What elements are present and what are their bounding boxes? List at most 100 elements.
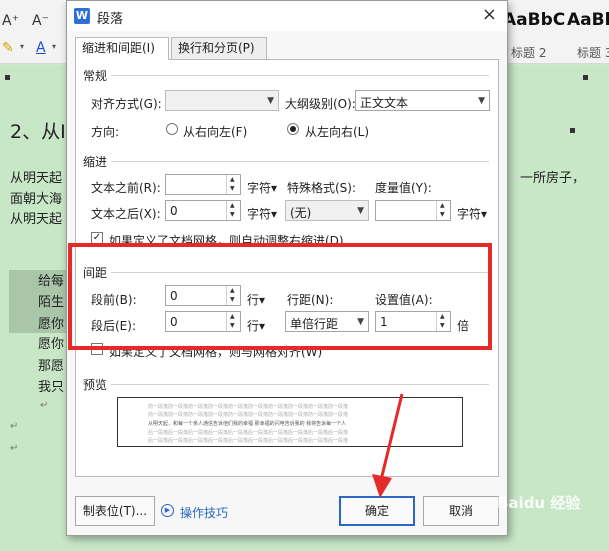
spin-up-icon[interactable]: ▲: [440, 314, 445, 320]
indent-grid-label[interactable]: 如果定义了文档网格，则自动调整右缩进(D): [109, 232, 344, 249]
group-preview-title: 预览: [83, 378, 108, 392]
spinner-buttons[interactable]: ▲ ▼: [226, 201, 240, 220]
line-spacing-dropdown[interactable]: 单倍行距 ▼: [285, 311, 369, 332]
indent-after-label: 文本之后(X):: [91, 207, 161, 221]
spin-up-icon[interactable]: ▲: [440, 203, 445, 209]
space-before-unit[interactable]: 行▾: [247, 291, 265, 308]
tips-link[interactable]: 操作技巧: [180, 504, 228, 521]
close-icon[interactable]: ×: [482, 4, 497, 25]
paragraph-mark-icon: ↵: [40, 400, 49, 411]
group-indent-title: 缩进: [83, 155, 108, 169]
rtl-radio[interactable]: [166, 123, 178, 135]
spinner-buttons[interactable]: ▲ ▼: [226, 312, 240, 331]
chevron-down-icon[interactable]: ▾: [20, 42, 24, 51]
setting-value: 1: [380, 315, 388, 329]
line-spacing-label: 行距(N):: [287, 293, 334, 307]
cancel-button[interactable]: 取消: [423, 496, 499, 526]
spin-up-icon[interactable]: ▲: [230, 314, 235, 320]
group-spacing-title: 间距: [83, 266, 108, 280]
space-after-value: 0: [170, 315, 178, 329]
style-heading2-name[interactable]: 标题 2: [511, 44, 546, 61]
measure-unit[interactable]: 字符▾: [457, 205, 487, 222]
tab-indent-spacing[interactable]: 缩进和间距(I): [75, 37, 169, 60]
doc-line: 从明天起: [10, 171, 63, 186]
setting-value-input[interactable]: 1 ▲ ▼: [375, 311, 451, 332]
annotation-arrow-icon: [372, 393, 404, 498]
measure-input[interactable]: ▲ ▼: [375, 200, 451, 221]
indent-before-label: 文本之前(R):: [91, 181, 161, 195]
direction-label: 方向:: [91, 125, 120, 139]
special-format-dropdown[interactable]: (无) ▼: [285, 200, 369, 221]
special-format-value: (无): [290, 206, 312, 220]
measure-label: 度量值(Y):: [375, 181, 432, 195]
tab-stops-button[interactable]: 制表位(T)...: [75, 496, 155, 526]
preview-line: 从明天起，和每一个亲人通信告诉他们我的幸福 那幸福的闪电告诉我的 我将告诉每一个…: [148, 421, 347, 427]
spin-down-icon[interactable]: ▼: [230, 323, 235, 329]
indent-before-input[interactable]: ▲ ▼: [165, 174, 241, 195]
grow-font-icon[interactable]: A⁺: [2, 13, 19, 29]
spinner-buttons[interactable]: ▲ ▼: [226, 175, 240, 194]
rtl-label[interactable]: 从右向左(F): [183, 123, 247, 140]
ltr-radio[interactable]: [287, 123, 299, 135]
indent-after-input[interactable]: 0 ▲ ▼: [165, 200, 241, 221]
style-heading2-sample[interactable]: AaBbC: [503, 10, 565, 30]
spin-up-icon[interactable]: ▲: [230, 288, 235, 294]
ltr-label[interactable]: 从左向右(L): [305, 123, 369, 140]
doc-line: 那愿: [38, 359, 65, 374]
chevron-down-icon: ▼: [267, 96, 274, 106]
group-general-title: 常规: [83, 69, 108, 83]
line-spacing-value: 单倍行距: [290, 317, 339, 331]
paragraph-dialog: W 段落 × 缩进和间距(I) 换行和分页(P) 常规 对齐方式(G): ▼ 大…: [66, 0, 508, 536]
spin-down-icon[interactable]: ▼: [230, 212, 235, 218]
divider: [111, 161, 489, 162]
highlight-icon[interactable]: ✎: [2, 40, 14, 56]
alignment-dropdown[interactable]: ▼: [165, 90, 279, 111]
play-icon[interactable]: ▶: [161, 504, 174, 517]
space-after-unit[interactable]: 行▾: [247, 317, 265, 334]
special-format-label: 特殊格式(S):: [287, 181, 357, 195]
alignment-label: 对齐方式(G):: [91, 97, 162, 111]
style-heading3-sample[interactable]: AaBb: [567, 10, 609, 30]
tab-line-page-breaks[interactable]: 换行和分页(P): [171, 37, 267, 59]
space-before-input[interactable]: 0 ▲ ▼: [165, 285, 241, 306]
doc-line: 给每: [38, 274, 65, 289]
wps-app-icon: W: [74, 8, 90, 24]
style-heading3-name[interactable]: 标题 3: [577, 44, 609, 61]
spin-down-icon[interactable]: ▼: [230, 297, 235, 303]
indent-grid-checkbox[interactable]: ✓: [91, 232, 103, 244]
font-color-icon[interactable]: A: [36, 40, 46, 56]
doc-line: 我只: [38, 380, 65, 395]
shrink-font-icon[interactable]: A⁻: [32, 13, 49, 29]
spin-down-icon[interactable]: ▼: [440, 212, 445, 218]
doc-line: 一所房子，: [520, 171, 586, 186]
divider: [111, 75, 489, 76]
margin-corner-mark: [583, 75, 588, 80]
doc-line: 从明天起: [10, 212, 63, 227]
indent-after-value: 0: [170, 204, 178, 218]
spinner-buttons[interactable]: ▲ ▼: [226, 286, 240, 305]
chevron-down-icon: ▼: [357, 317, 364, 327]
space-before-value: 0: [170, 289, 178, 303]
space-after-input[interactable]: 0 ▲ ▼: [165, 311, 241, 332]
margin-corner-mark: [570, 128, 575, 133]
indent-before-unit[interactable]: 字符▾: [247, 179, 277, 196]
spin-up-icon[interactable]: ▲: [230, 177, 235, 183]
dialog-titlebar[interactable]: W 段落 ×: [67, 1, 507, 31]
spin-down-icon[interactable]: ▼: [440, 323, 445, 329]
chevron-down-icon[interactable]: ▾: [52, 42, 56, 51]
margin-corner-mark: [5, 75, 10, 80]
spinner-buttons[interactable]: ▲ ▼: [436, 201, 450, 220]
spacing-grid-label[interactable]: 如果定义了文档网格，则与网格对齐(W): [109, 343, 322, 360]
space-after-label: 段后(E):: [91, 319, 136, 333]
spin-up-icon[interactable]: ▲: [230, 203, 235, 209]
indent-after-unit[interactable]: 字符▾: [247, 205, 277, 222]
preview-line: 后一段落后一段落后一段落后一段落后一段落后一段落后一段落后一段落后一段落后一段落: [148, 430, 349, 436]
preview-box: 前一段落前一段落前一段落前一段落前一段落前一段落前一段落前一段落前一段落前一段落…: [117, 397, 463, 447]
chevron-down-icon: ▼: [478, 96, 485, 106]
preview-line: 前一段落前一段落前一段落前一段落前一段落前一段落前一段落前一段落前一段落前一段落: [148, 404, 349, 410]
outline-level-dropdown[interactable]: 正文文本 ▼: [355, 90, 490, 111]
setting-value-label: 设置值(A):: [375, 293, 433, 307]
spin-down-icon[interactable]: ▼: [230, 186, 235, 192]
spinner-buttons[interactable]: ▲ ▼: [436, 312, 450, 331]
spacing-grid-checkbox[interactable]: [91, 343, 103, 355]
